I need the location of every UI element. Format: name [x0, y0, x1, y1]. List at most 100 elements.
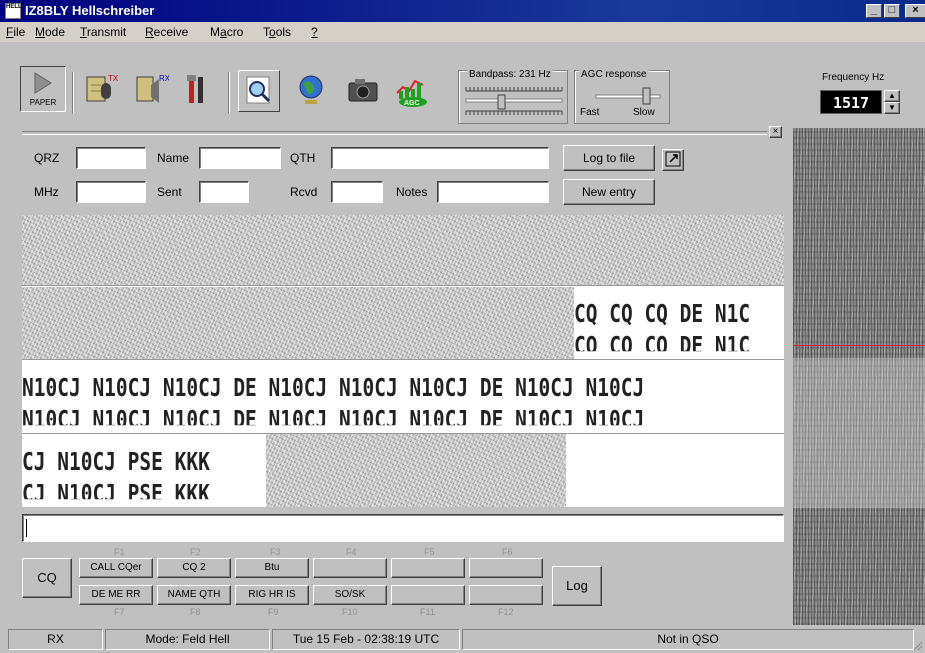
- macro-f12-button[interactable]: [469, 585, 543, 605]
- menu-transmit[interactable]: Transmit: [80, 25, 126, 39]
- notes-label: Notes: [396, 185, 428, 199]
- toolbar-separator: [72, 72, 74, 114]
- tools-button[interactable]: [176, 70, 218, 112]
- svg-text:RX: RX: [159, 74, 169, 83]
- bandpass-group: Bandpass: 231 Hz: [458, 69, 568, 124]
- log-to-file-button[interactable]: Log to file: [563, 145, 655, 171]
- expand-button[interactable]: [662, 149, 684, 171]
- macro-f3-button[interactable]: Btu: [235, 558, 309, 578]
- frequency-up-button[interactable]: ▲: [884, 90, 900, 102]
- frequency-marker-line[interactable]: [793, 345, 925, 346]
- rx-text-row: CJ N10CJ PSE KKK: [22, 447, 210, 476]
- agc-icon: AGC: [396, 79, 427, 107]
- macro-f9-button[interactable]: RIG HR IS: [235, 585, 309, 605]
- fkey-label: F12: [498, 607, 514, 617]
- waterfall-display[interactable]: [793, 128, 925, 625]
- menu-macro[interactable]: Macro: [210, 25, 243, 39]
- frequency-down-button[interactable]: ▼: [884, 102, 900, 114]
- frequency-display: 1517: [820, 90, 882, 114]
- qrz-label: QRZ: [34, 151, 60, 165]
- agc-fast-label: Fast: [580, 107, 600, 118]
- app-icon[interactable]: HELL: [5, 3, 22, 19]
- menu-file[interactable]: File: [6, 25, 25, 39]
- window-title: IZ8BLY Hellschreiber: [25, 3, 155, 18]
- fkey-label: F4: [346, 547, 357, 557]
- bandpass-slider[interactable]: [462, 85, 566, 121]
- bandpass-label: Bandpass: 231 Hz: [467, 69, 553, 80]
- expand-icon: [665, 151, 681, 167]
- text-caret: [26, 519, 27, 537]
- macro-f11-button[interactable]: [391, 585, 465, 605]
- rx-text-row: N10CJ N10CJ N10CJ DE N10CJ N10CJ N10CJ D…: [22, 405, 645, 434]
- camera-button[interactable]: [342, 70, 384, 112]
- tx-microphone-button[interactable]: TX: [80, 70, 122, 112]
- mhz-field[interactable]: [76, 181, 146, 203]
- rx-line-divider: [22, 285, 784, 286]
- fkey-label: F3: [270, 547, 281, 557]
- menu-tools[interactable]: Tools: [263, 25, 291, 39]
- zoom-button[interactable]: [238, 70, 280, 112]
- name-label: Name: [157, 151, 190, 165]
- minimize-button[interactable]: _: [866, 4, 882, 18]
- status-bar: RX Mode: Feld Hell Tue 15 Feb - 02:38:19…: [0, 626, 925, 653]
- globe-button[interactable]: [290, 70, 332, 112]
- fkey-label: F1: [114, 547, 125, 557]
- svg-text:TX: TX: [108, 74, 119, 83]
- macro-f6-button[interactable]: [469, 558, 543, 578]
- fkey-label: F2: [190, 547, 201, 557]
- rx-noise-band: [266, 434, 566, 507]
- macro-f4-button[interactable]: [313, 558, 387, 578]
- receive-area[interactable]: CQ CQ CQ DE N1C CQ CQ CQ DE N1C N10CJ N1…: [22, 215, 784, 507]
- qth-field[interactable]: [331, 147, 549, 169]
- rcvd-field[interactable]: [331, 181, 383, 203]
- paper-button[interactable]: PAPER: [20, 66, 66, 112]
- menu-bar: File Mode Transmit Receive Macro Tools ?: [0, 22, 925, 42]
- fkey-label: F5: [424, 547, 435, 557]
- camera-icon: [348, 79, 378, 102]
- sent-field[interactable]: [199, 181, 249, 203]
- transmit-input[interactable]: [22, 514, 784, 542]
- panel-divider: [22, 131, 767, 135]
- fkey-label: F10: [342, 607, 358, 617]
- agc-response-slider[interactable]: [578, 85, 668, 109]
- rx-text-row: CJ N10CJ PSE KKK: [22, 479, 210, 507]
- menu-receive[interactable]: Receive: [145, 25, 188, 39]
- macro-f10-button[interactable]: SO/SK: [313, 585, 387, 605]
- cq-button[interactable]: CQ: [22, 558, 72, 598]
- macro-f8-button[interactable]: NAME QTH: [157, 585, 231, 605]
- rx-line-divider: [22, 359, 784, 360]
- close-button[interactable]: ×: [905, 4, 925, 18]
- menu-help[interactable]: ?: [311, 25, 318, 39]
- rx-noise-band: [22, 287, 574, 359]
- name-field[interactable]: [199, 147, 281, 169]
- macro-f1-button[interactable]: CALL CQer: [79, 558, 153, 578]
- agc-button[interactable]: AGC: [392, 70, 434, 112]
- qth-label: QTH: [290, 151, 316, 165]
- status-datetime: Tue 15 Feb - 02:38:19 UTC: [272, 629, 460, 650]
- rx-text-row: N10CJ N10CJ N10CJ DE N10CJ N10CJ N10CJ D…: [22, 373, 645, 402]
- qrz-field[interactable]: [76, 147, 146, 169]
- notes-field[interactable]: [437, 181, 549, 203]
- globe-icon: [299, 75, 323, 104]
- new-entry-button[interactable]: New entry: [563, 179, 655, 205]
- status-rx: RX: [8, 629, 103, 650]
- rx-speaker-icon: RX: [136, 74, 169, 103]
- fkey-label: F11: [420, 607, 435, 617]
- close-log-panel-button[interactable]: ×: [769, 126, 782, 138]
- rx-noise-band: [22, 215, 784, 285]
- macro-f5-button[interactable]: [391, 558, 465, 578]
- macro-f2-button[interactable]: CQ 2: [157, 558, 231, 578]
- macro-f7-button[interactable]: DE ME RR: [79, 585, 153, 605]
- menu-mode[interactable]: Mode: [35, 25, 65, 39]
- fkey-label: F6: [502, 547, 513, 557]
- agc-response-label: AGC response: [579, 69, 649, 80]
- fkey-label: F8: [190, 607, 201, 617]
- status-mode: Mode: Feld Hell: [105, 629, 270, 650]
- rx-speaker-button[interactable]: RX: [130, 70, 172, 112]
- zoom-icon: [246, 76, 271, 104]
- log-button[interactable]: Log: [552, 566, 602, 606]
- maximize-button[interactable]: □: [884, 4, 900, 18]
- paper-label: PAPER: [29, 98, 57, 107]
- resize-grip-icon[interactable]: [913, 641, 923, 651]
- fkey-label: F7: [114, 607, 125, 617]
